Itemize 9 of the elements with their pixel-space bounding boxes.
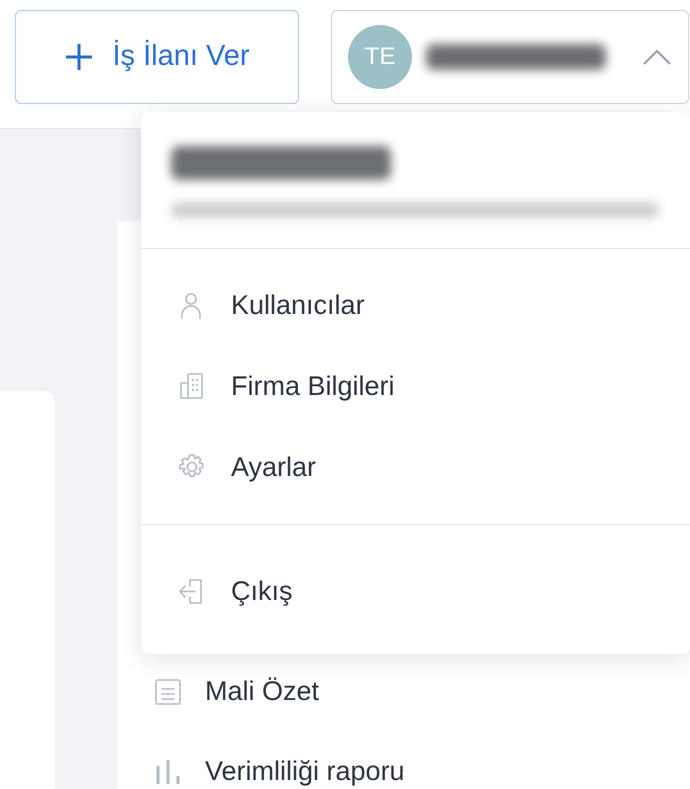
sidebar-item[interactable]: Verimliliği raporu — [153, 731, 690, 789]
avatar: TE — [348, 25, 412, 89]
sidebar-item[interactable]: Mali Özet — [153, 651, 690, 731]
post-job-button[interactable]: İş İlanı Ver — [15, 10, 299, 104]
plus-icon — [64, 42, 94, 72]
menu-item[interactable]: Firma Bilgileri — [141, 346, 690, 427]
menu-item[interactable]: Ayarlar — [141, 427, 690, 508]
menu-item[interactable]: Çıkış — [141, 551, 690, 632]
menu-item[interactable]: Kullanıcılar — [141, 265, 690, 346]
